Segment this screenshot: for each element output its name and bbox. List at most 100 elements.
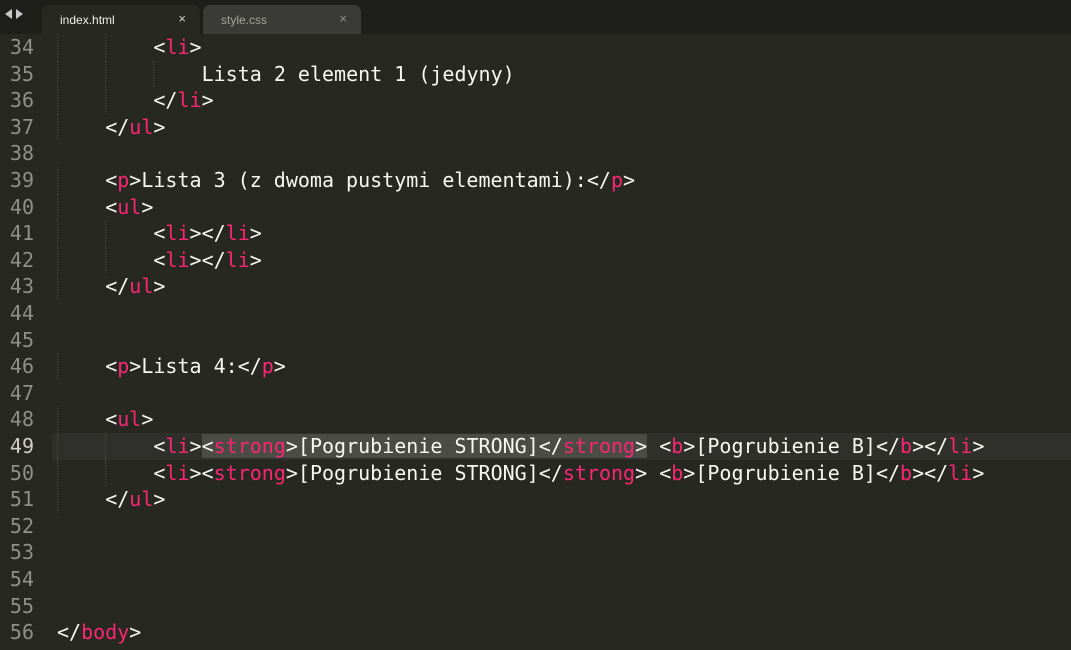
code-line[interactable]: 46 <p>Lista 4:</p>: [0, 353, 1071, 380]
indent-guide: [57, 406, 58, 433]
tag-name: ul: [117, 407, 142, 432]
tab-index-html[interactable]: index.html ×: [42, 5, 200, 34]
code-line[interactable]: 53: [0, 539, 1071, 566]
line-number: 45: [9, 327, 34, 352]
tag-punctuation: </: [153, 88, 178, 113]
code-line[interactable]: 42 <li></li>: [0, 246, 1071, 274]
tag-punctuation: >: [623, 168, 636, 192]
code-line[interactable]: 39 <p>Lista 3 (z dwoma pustymi elementami…: [0, 167, 1071, 194]
tag-punctuation: </: [105, 114, 130, 139]
line-number: 36: [9, 88, 34, 113]
code-text: <p>Lista 3 (z dwoma pustymi elementami):…: [105, 168, 635, 192]
code-text: </ul>: [105, 115, 165, 139]
tag-name: li: [948, 460, 973, 485]
code-line[interactable]: 56 </body>: [0, 619, 1071, 646]
indent-guide: [57, 113, 58, 141]
tag-name: b: [671, 434, 684, 458]
code-line[interactable]: 48 <ul>: [0, 406, 1071, 433]
tag-punctuation: <: [153, 221, 166, 246]
code-line[interactable]: 34 <li>: [0, 34, 1071, 61]
tag-punctuation: <: [105, 194, 118, 219]
code-line[interactable]: 50 <li><strong>[Pogrubienie STRONG]</stro…: [0, 459, 1071, 487]
tag-punctuation: </: [875, 460, 901, 485]
tag-name: b: [900, 434, 913, 458]
code-line[interactable]: 51 </ul>: [0, 486, 1071, 513]
code-line[interactable]: 37 </ul>: [0, 113, 1071, 141]
indent-guide: [57, 220, 58, 247]
code-line[interactable]: 35 Lista 2 element 1 (jedyny): [0, 60, 1071, 88]
code-line[interactable]: 55: [0, 593, 1071, 620]
code-line[interactable]: 36 </li>: [0, 87, 1071, 114]
close-icon[interactable]: ×: [339, 11, 347, 26]
tag-punctuation: >: [129, 168, 142, 192]
tag-name: body: [81, 620, 130, 645]
tag-name: li: [165, 460, 190, 485]
code-text: </ul>: [105, 487, 165, 511]
tag-punctuation: <: [153, 247, 166, 272]
code-line[interactable]: 38: [0, 140, 1071, 167]
tab-style-css[interactable]: style.css ×: [203, 5, 361, 34]
code-text: </body>: [57, 620, 141, 644]
arrow-right-icon[interactable]: [16, 9, 23, 19]
indent-guide: [153, 60, 155, 88]
line-number: 46: [9, 354, 34, 379]
line-number: 39: [9, 168, 34, 192]
text-content: Lista 2 element 1 (jedyny): [201, 61, 515, 86]
tag-name: p: [117, 168, 130, 192]
tag-name: ul: [129, 487, 154, 512]
code-line[interactable]: 43 </ul>: [0, 273, 1071, 300]
arrow-left-icon[interactable]: [5, 9, 12, 19]
tag-punctuation: >: [153, 114, 166, 139]
line-number: 43: [9, 274, 34, 299]
code-line[interactable]: 40 <ul>: [0, 193, 1071, 221]
line-number: 55: [9, 593, 34, 618]
code-editor[interactable]: 34 <li> 35 Lista 2 element 1 (jedyny) 36 </li…: [0, 34, 1071, 650]
tag-name: strong: [213, 434, 286, 458]
tag-name: ul: [117, 194, 142, 219]
tag-punctuation: >: [635, 460, 648, 485]
code-line[interactable]: 41 <li></li>: [0, 220, 1071, 247]
tag-punctuation: </: [538, 434, 563, 458]
line-number: 40: [9, 194, 34, 219]
indent-guide: [105, 34, 107, 61]
line-number: 35: [9, 61, 34, 86]
code-line[interactable]: 47: [0, 380, 1071, 407]
tag-name: li: [177, 88, 202, 113]
indent-guide: [57, 353, 58, 380]
tab-label: index.html: [60, 13, 115, 27]
tag-punctuation: ></: [912, 460, 949, 485]
code-text: <li></li>: [153, 248, 261, 272]
tag-punctuation: >: [189, 434, 202, 458]
line-number: 50: [9, 460, 34, 485]
tag-punctuation: >: [249, 221, 262, 246]
tag-name: strong: [562, 434, 636, 458]
tag-punctuation: >: [189, 35, 202, 59]
indent-guide: [105, 220, 107, 247]
tag-name: li: [225, 221, 250, 246]
code-text: <li>: [153, 35, 201, 59]
code-line[interactable]: 54: [0, 566, 1071, 593]
line-number: 56: [9, 620, 34, 645]
text-content: Lista 3 (z dwoma pustymi elementami):: [141, 168, 587, 192]
line-number: 48: [9, 407, 34, 432]
close-icon[interactable]: ×: [178, 11, 186, 26]
text-content: [Pogrubienie B]: [695, 460, 876, 485]
code-line[interactable]: 49 <li><strong>[Pogrubienie STRONG]</stro…: [0, 433, 1071, 460]
code-text: <p>Lista 4:</p>: [105, 354, 286, 378]
tag-punctuation: >: [153, 274, 166, 299]
tag-name: li: [165, 35, 190, 59]
code-line[interactable]: 44: [0, 300, 1071, 327]
text-content: [647, 434, 659, 458]
tag-punctuation: >: [129, 620, 142, 645]
tag-punctuation: >: [972, 434, 985, 458]
text-content: [Pogrubienie STRONG]: [297, 434, 539, 458]
tag-punctuation: ></: [189, 247, 226, 272]
code-text: <li></li>: [153, 221, 261, 245]
code-line[interactable]: 45: [0, 327, 1071, 354]
tag-punctuation: >: [141, 194, 154, 219]
tag-punctuation: <: [659, 460, 672, 485]
code-line[interactable]: 52: [0, 513, 1071, 540]
tag-punctuation: </: [57, 620, 82, 645]
indent-guide: [57, 87, 58, 114]
tag-name: b: [900, 460, 913, 485]
